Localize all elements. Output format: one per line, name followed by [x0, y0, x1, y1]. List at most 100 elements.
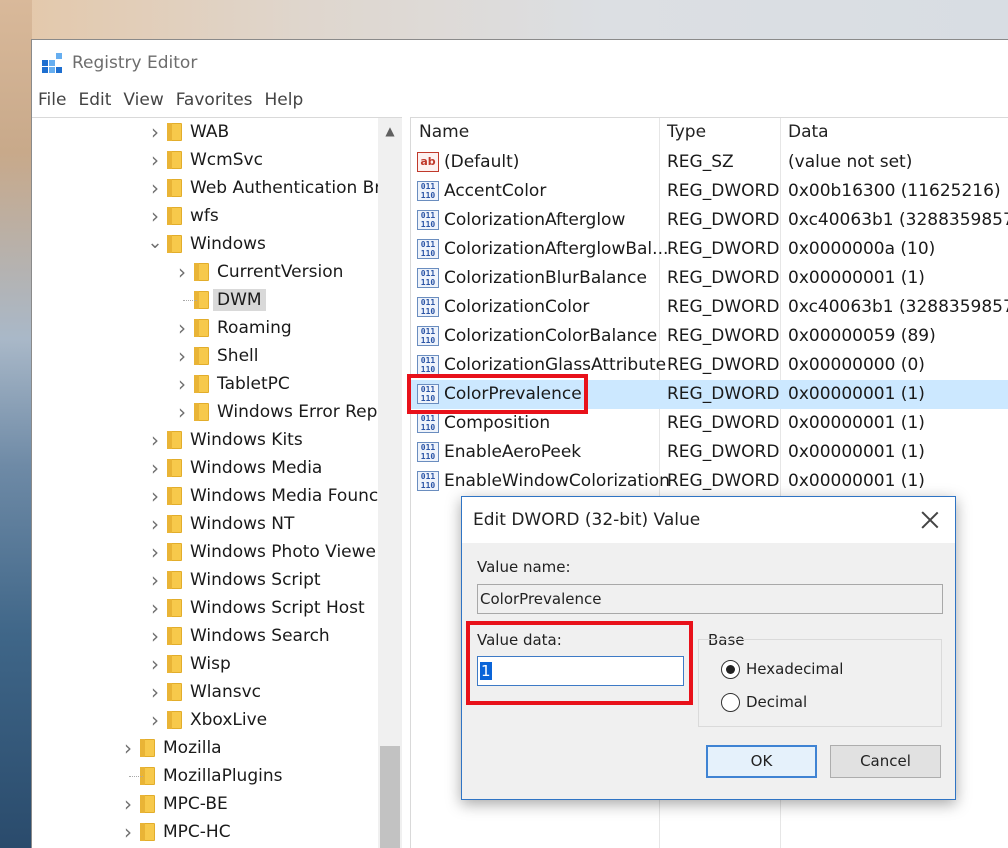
tree-item[interactable]: › Windows NT	[147, 510, 294, 538]
tree-item[interactable]: › Web Authentication Br	[147, 174, 381, 202]
radio-decimal[interactable]: Decimal	[721, 690, 807, 714]
chevron-right-icon[interactable]: ›	[174, 342, 190, 370]
tree-item[interactable]: › MPC-HC	[120, 818, 231, 846]
cancel-button[interactable]: Cancel	[830, 745, 941, 778]
tree-item[interactable]: › Windows Search	[147, 622, 330, 650]
binary-value-icon: 011 110	[417, 413, 439, 433]
chevron-right-icon[interactable]: ›	[174, 398, 190, 426]
tree-item-label: CurrentVersion	[217, 262, 344, 282]
registry-tree[interactable]: › WAB › WcmSvc › Web Authentication Br › wfs ⌄ Wi…	[32, 117, 402, 848]
chevron-right-icon[interactable]: ›	[147, 510, 163, 538]
chevron-right-icon[interactable]: ›	[120, 790, 136, 818]
radio-hexadecimal[interactable]: Hexadecimal	[721, 657, 843, 681]
tree-item[interactable]: › MPC-BE	[120, 790, 228, 818]
column-header-name[interactable]: Name	[419, 122, 469, 142]
chevron-right-icon[interactable]: ›	[147, 706, 163, 734]
value-name: (Default)	[444, 152, 520, 172]
chevron-right-icon[interactable]: ›	[147, 594, 163, 622]
chevron-down-icon[interactable]: ⌄	[147, 230, 163, 258]
tree-item[interactable]: › wfs	[147, 202, 219, 230]
tree-item[interactable]: › Windows Kits	[147, 426, 303, 454]
tree-item[interactable]: › Shell	[174, 342, 258, 370]
tree-scrollbar[interactable]: ▲	[378, 118, 402, 848]
tree-item[interactable]: › Wlansvc	[147, 678, 261, 706]
menu-edit[interactable]: Edit	[72, 88, 117, 114]
value-row[interactable]: 011 110 ColorizationAfterglow REG_DWORD 0xc4…	[411, 206, 1008, 235]
folder-icon	[194, 263, 209, 281]
tree-item[interactable]: › Windows Media Founc	[147, 482, 378, 510]
tree-item[interactable]: › CurrentVersion	[174, 258, 343, 286]
chevron-right-icon[interactable]: ›	[174, 370, 190, 398]
string-value-icon: ab	[417, 152, 439, 172]
value-name: ColorizationBlurBalance	[444, 268, 647, 288]
folder-icon	[140, 795, 155, 813]
tree-item[interactable]: › Windows Media	[147, 454, 322, 482]
scrollbar-thumb[interactable]	[380, 746, 400, 848]
close-icon[interactable]	[919, 509, 941, 531]
chevron-right-icon[interactable]: ›	[147, 174, 163, 202]
chevron-right-icon[interactable]: ›	[120, 734, 136, 762]
value-row[interactable]: 011 110 AccentColor REG_DWORD 0x00b16300 (11…	[411, 177, 1008, 206]
value-row[interactable]: 011 110 EnableWindowColorization REG_DWORD 0…	[411, 467, 1008, 496]
chevron-right-icon[interactable]: ›	[147, 650, 163, 678]
tree-item[interactable]: › Mozilla	[120, 734, 222, 762]
tree-item[interactable]: › Windows Error Rep	[174, 398, 377, 426]
chevron-right-icon[interactable]: ›	[147, 622, 163, 650]
scroll-up-arrow-icon[interactable]: ▲	[378, 118, 402, 144]
chevron-right-icon[interactable]: ›	[147, 538, 163, 566]
folder-icon	[167, 151, 182, 169]
menu-help[interactable]: Help	[259, 88, 310, 114]
value-type: REG_DWORD	[667, 413, 780, 433]
value-row[interactable]: 011 110 ColorizationColorBalance REG_DWORD 0…	[411, 322, 1008, 351]
chevron-right-icon[interactable]: ›	[147, 202, 163, 230]
chevron-right-icon[interactable]: ›	[174, 314, 190, 342]
tree-item[interactable]: › Windows Script Host	[147, 594, 365, 622]
tree-item[interactable]: › TabletPC	[174, 370, 290, 398]
value-name: ColorizationGlassAttribute	[444, 355, 667, 375]
annotation-highlight-colorprevalence	[407, 374, 588, 414]
chevron-right-icon[interactable]: ›	[147, 426, 163, 454]
tree-item-label: wfs	[190, 206, 219, 226]
title-bar[interactable]: Registry Editor	[32, 40, 1008, 86]
folder-icon	[167, 655, 182, 673]
chevron-right-icon[interactable]: ›	[174, 258, 190, 286]
radio-button-checked-icon[interactable]	[721, 659, 740, 679]
dialog-title-bar[interactable]: Edit DWORD (32-bit) Value	[462, 497, 955, 543]
value-row[interactable]: ab (Default) REG_SZ (value not set)	[411, 148, 1008, 177]
value-name-label: Value name:	[477, 558, 571, 576]
ok-button[interactable]: OK	[706, 745, 817, 778]
value-row[interactable]: 011 110 EnableAeroPeek REG_DWORD 0x00000001 …	[411, 438, 1008, 467]
tree-item[interactable]: ⌄ Windows	[147, 230, 265, 258]
value-data: 0x00000001 (1)	[788, 471, 925, 491]
value-row[interactable]: 011 110 ColorizationColor REG_DWORD 0xc40063…	[411, 293, 1008, 322]
folder-icon	[167, 431, 182, 449]
chevron-right-icon[interactable]: ›	[147, 482, 163, 510]
window-title: Registry Editor	[72, 53, 198, 73]
tree-item[interactable]: › WcmSvc	[147, 146, 263, 174]
value-row[interactable]: 011 110 ColorizationAfterglowBal... REG_DWO…	[411, 235, 1008, 264]
tree-item[interactable]: MozillaPlugins	[120, 762, 282, 790]
chevron-right-icon[interactable]: ›	[147, 146, 163, 174]
chevron-right-icon[interactable]: ›	[147, 566, 163, 594]
menu-favorites[interactable]: Favorites	[170, 88, 259, 114]
tree-item[interactable]: › WAB	[147, 118, 229, 146]
tree-item[interactable]: › XboxLive	[147, 706, 267, 734]
tree-guide-line	[183, 300, 197, 301]
chevron-right-icon[interactable]: ›	[147, 118, 163, 146]
tree-item[interactable]: › Roaming	[174, 314, 292, 342]
tree-item[interactable]: › Windows Script	[147, 566, 321, 594]
tree-item[interactable]: › Wisp	[147, 650, 231, 678]
column-header-data[interactable]: Data	[788, 122, 829, 142]
menu-view[interactable]: View	[117, 88, 169, 114]
radio-button-unchecked-icon[interactable]	[721, 692, 740, 712]
value-row[interactable]: 011 110 ColorizationBlurBalance REG_DWORD 0x…	[411, 264, 1008, 293]
value-data: 0x00000000 (0)	[788, 355, 925, 375]
value-data: 0x00000059 (89)	[788, 326, 936, 346]
column-header-type[interactable]: Type	[667, 122, 706, 142]
chevron-right-icon[interactable]: ›	[147, 454, 163, 482]
menu-file[interactable]: File	[32, 88, 72, 114]
chevron-right-icon[interactable]: ›	[147, 678, 163, 706]
folder-icon	[167, 487, 182, 505]
tree-item[interactable]: › Windows Photo Viewe	[147, 538, 376, 566]
chevron-right-icon[interactable]: ›	[120, 818, 136, 846]
